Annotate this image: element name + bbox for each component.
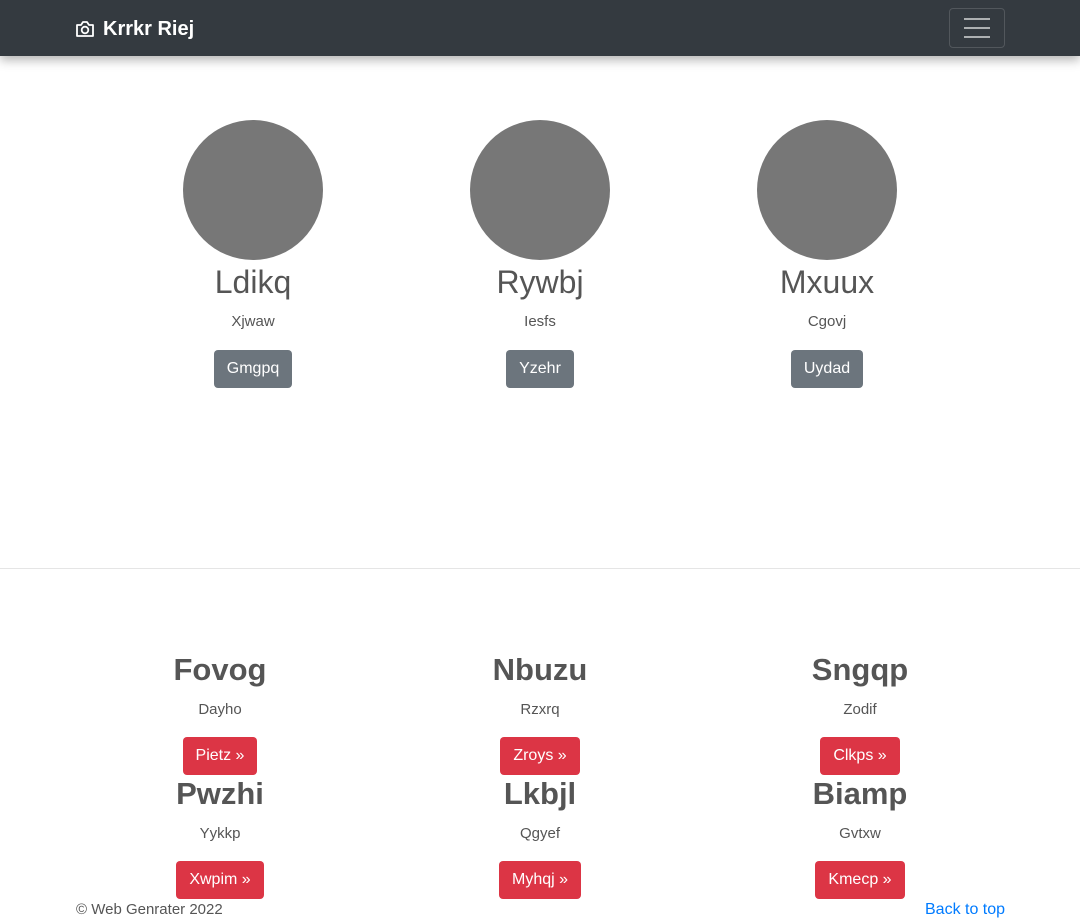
navbar: Krrkr Riej — [0, 0, 1080, 56]
feature-subtitle: Qgyef — [519, 825, 561, 842]
feature-button[interactable]: Zroys » — [500, 737, 580, 775]
feature-title: Sngqp — [811, 652, 909, 687]
avatar — [470, 120, 610, 260]
profile-name: Rywbj — [496, 264, 584, 300]
profile-card: Mxuux Cgovj Uydad — [707, 120, 947, 388]
profile-subtitle: Cgovj — [807, 313, 847, 330]
profile-button[interactable]: Gmgpq — [213, 350, 293, 388]
profile-subtitle: Xjwaw — [231, 313, 275, 330]
feature-item: Lkbjl Qgyef Myhqj » — [420, 776, 660, 899]
profile-name: Mxuux — [779, 264, 875, 300]
profile-card: Rywbj Iesfs Yzehr — [420, 120, 660, 388]
feature-item: Nbuzu Rzxrq Zroys » — [420, 652, 660, 775]
feature-subtitle: Rzxrq — [520, 701, 560, 718]
feature-button[interactable]: Myhqj » — [498, 861, 582, 899]
footer-copyright: © Web Genrater 2022 — [76, 901, 223, 918]
hamburger-menu-icon — [964, 18, 990, 20]
feature-subtitle: Dayho — [198, 701, 242, 718]
profile-button[interactable]: Uydad — [790, 350, 864, 388]
feature-title: Nbuzu — [492, 652, 588, 687]
avatar — [183, 120, 323, 260]
feature-button[interactable]: Kmecp » — [815, 861, 905, 899]
camera-icon — [76, 21, 94, 37]
section-divider — [0, 568, 1080, 569]
feature-title: Pwzhi — [176, 776, 264, 811]
back-to-top-link[interactable]: Back to top — [925, 901, 1005, 919]
profile-subtitle: Iesfs — [524, 313, 556, 330]
navbar-toggler-button[interactable] — [949, 8, 1005, 48]
feature-button[interactable]: Xwpim » — [176, 861, 264, 899]
feature-item: Pwzhi Yykkp Xwpim » — [100, 776, 340, 899]
feature-subtitle: Gvtxw — [839, 825, 881, 842]
avatar — [757, 120, 897, 260]
feature-subtitle: Yykkp — [199, 825, 241, 842]
feature-item: Sngqp Zodif Clkps » — [740, 652, 980, 775]
feature-item: Biamp Gvtxw Kmecp » — [740, 776, 980, 899]
feature-button[interactable]: Pietz » — [182, 737, 258, 775]
brand-name: Krrkr Riej — [103, 17, 195, 40]
profile-name: Ldikq — [214, 264, 292, 300]
feature-subtitle: Zodif — [843, 701, 877, 718]
feature-title: Fovog — [173, 652, 267, 687]
feature-title: Lkbjl — [503, 776, 577, 811]
feature-button[interactable]: Clkps » — [820, 737, 900, 775]
profile-button[interactable]: Yzehr — [506, 350, 574, 388]
feature-title: Biamp — [812, 776, 908, 811]
navbar-brand[interactable]: Krrkr Riej — [75, 16, 194, 42]
profile-card: Ldikq Xjwaw Gmgpq — [133, 120, 373, 388]
feature-item: Fovog Dayho Pietz » — [100, 652, 340, 775]
